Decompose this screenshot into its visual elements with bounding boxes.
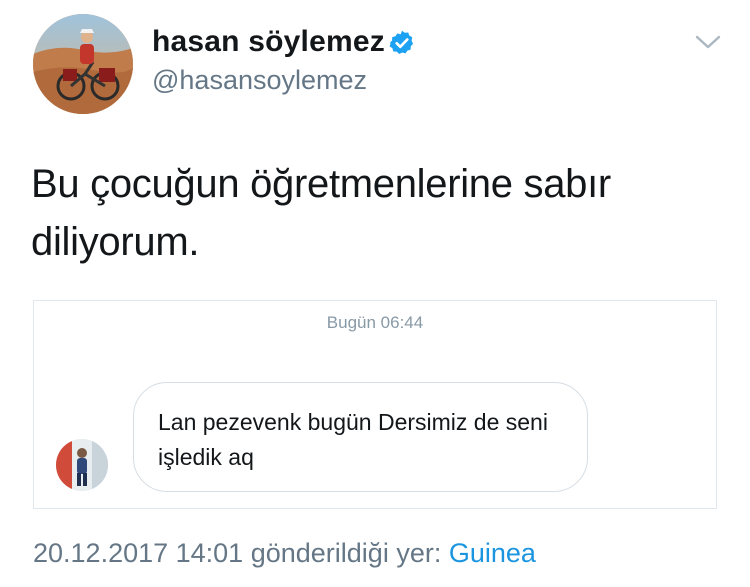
sender-avatar-icon bbox=[56, 439, 108, 491]
attached-message-screenshot[interactable]: Bugün 06:44 Lan pezevenk bugün Dersimiz … bbox=[33, 300, 717, 509]
verified-badge-icon bbox=[389, 30, 414, 54]
author-avatar[interactable] bbox=[33, 14, 133, 114]
sender-avatar bbox=[56, 439, 108, 491]
chevron-down-icon[interactable] bbox=[694, 32, 722, 52]
tweet-meta: 20.12.2017 14:01 gönderildiği yer: Guine… bbox=[33, 536, 536, 570]
author-display-name[interactable]: hasan söylemez bbox=[152, 24, 385, 60]
author-handle[interactable]: @hasansoylemez bbox=[152, 64, 367, 96]
tweet-location-link[interactable]: Guinea bbox=[449, 538, 536, 568]
tweet-datetime[interactable]: 20.12.2017 14:01 bbox=[33, 538, 243, 568]
message-bubble: Lan pezevenk bugün Dersimiz de seni işle… bbox=[133, 382, 588, 492]
sent-from-label: gönderildiği yer: bbox=[250, 538, 442, 568]
tweet-text: Bu çocuğun öğretmenlerine sabır diliyoru… bbox=[31, 162, 611, 264]
profile-avatar-cyclist-icon bbox=[33, 14, 133, 114]
message-timestamp: Bugün 06:44 bbox=[326, 313, 424, 332]
